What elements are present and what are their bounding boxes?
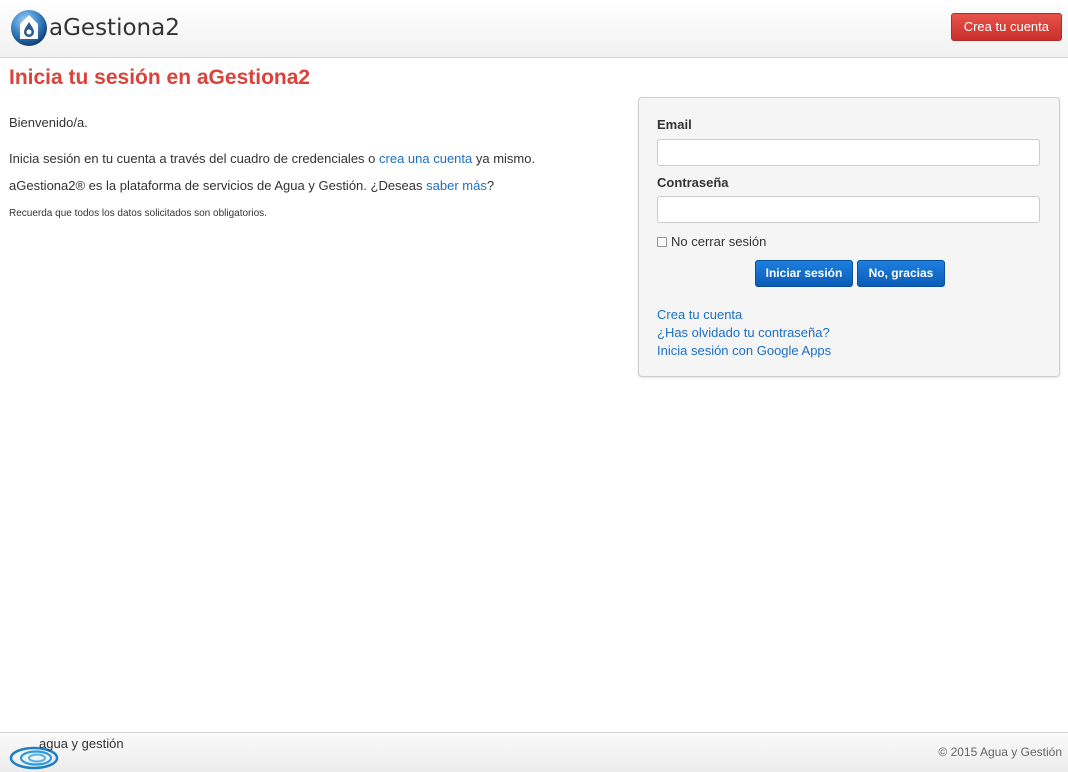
footer-brand-name: agua y gestión [39, 736, 124, 751]
no-thanks-button[interactable]: No, gracias [857, 260, 945, 287]
google-apps-login-link[interactable]: Inicia sesión con Google Apps [657, 342, 831, 360]
password-field[interactable] [657, 196, 1040, 223]
platform-description: aGestiona2® es la plataforma de servicio… [9, 178, 494, 193]
agestiona2-logo-icon [11, 10, 47, 46]
brand-logo[interactable]: aGestiona2 [10, 7, 180, 49]
password-label: Contraseña [657, 175, 729, 190]
platform-description-text: aGestiona2® es la plataforma de servicio… [9, 178, 427, 193]
learn-more-link[interactable]: saber más [426, 178, 487, 193]
create-account-inline-link[interactable]: crea una cuenta [379, 151, 472, 166]
login-panel-links: Crea tu cuenta ¿Has olvidado tu contrase… [657, 306, 831, 360]
forgot-password-link[interactable]: ¿Has olvidado tu contraseña? [657, 324, 831, 342]
required-fields-note: Recuerda que todos los datos solicitados… [9, 208, 267, 219]
footer: agua y gestión © 2015 Agua y Gestión [0, 732, 1068, 772]
login-instructions: Inicia sesión en tu cuenta a través del … [9, 151, 535, 166]
sign-in-button[interactable]: Iniciar sesión [755, 260, 853, 287]
copyright-text: © 2015 Agua y Gestión [938, 745, 1062, 759]
remember-me-checkbox[interactable] [657, 236, 667, 247]
platform-description-text-end: ? [486, 178, 495, 193]
login-panel: Email Contraseña No cerrar sesión Inicia… [638, 97, 1060, 377]
header-create-account-button[interactable]: Crea tu cuenta [950, 13, 1062, 41]
remember-me[interactable]: No cerrar sesión [657, 234, 766, 249]
remember-me-label: No cerrar sesión [671, 234, 767, 249]
brand-name: aGestiona2 [49, 15, 180, 41]
create-account-link[interactable]: Crea tu cuenta [657, 306, 831, 324]
page-title: Inicia tu sesión en aGestiona2 [9, 66, 311, 89]
top-header: aGestiona2 Crea tu cuenta [0, 0, 1068, 58]
login-instructions-text: Inicia sesión en tu cuenta a través del … [9, 151, 380, 166]
welcome-text: Bienvenido/a. [9, 115, 88, 130]
email-label: Email [657, 117, 692, 132]
login-instructions-text-end: ya mismo. [472, 151, 536, 166]
email-field[interactable] [657, 139, 1040, 166]
